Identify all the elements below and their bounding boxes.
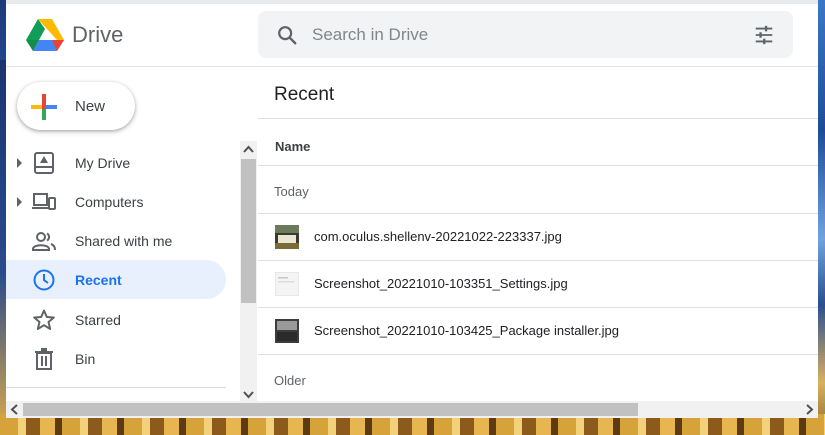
main-content: Recent Name Today com.oculus.shellenv-20… bbox=[258, 68, 818, 404]
scroll-right-arrow-icon[interactable] bbox=[801, 401, 818, 418]
file-name: com.oculus.shellenv-20221022-223337.jpg bbox=[314, 229, 562, 244]
search-options-icon[interactable] bbox=[753, 24, 775, 46]
my-drive-icon bbox=[34, 152, 54, 174]
drive-window: Drive Search in Drive New My Drive Compu… bbox=[6, 0, 818, 418]
divider bbox=[258, 165, 818, 166]
sidebar-item-label: Recent bbox=[75, 272, 122, 288]
sidebar-item-label: My Drive bbox=[75, 155, 131, 171]
file-name: Screenshot_20221010-103351_Settings.jpg bbox=[314, 276, 568, 291]
sidebar-item-shared-with-me[interactable]: Shared with me bbox=[6, 221, 226, 260]
sidebar-item-label: Shared with me bbox=[75, 233, 173, 249]
group-label-older: Older bbox=[274, 373, 306, 388]
trash-icon bbox=[35, 348, 53, 370]
search-icon[interactable] bbox=[276, 24, 298, 46]
plus-icon bbox=[31, 94, 57, 120]
search-bar[interactable] bbox=[258, 11, 793, 58]
image-thumbnail-icon bbox=[275, 225, 299, 249]
scrollbar-thumb[interactable] bbox=[23, 403, 638, 416]
sidebar-item-recent[interactable]: Recent bbox=[6, 260, 226, 299]
expand-arrow-icon[interactable] bbox=[17, 158, 22, 168]
page-title: Recent bbox=[274, 84, 335, 105]
sidebar-item-bin[interactable]: Bin bbox=[6, 339, 226, 378]
search-input[interactable] bbox=[312, 21, 732, 49]
star-icon bbox=[33, 309, 55, 330]
image-thumbnail-icon bbox=[275, 319, 299, 343]
new-button-label: New bbox=[75, 98, 106, 115]
sidebar-scrollbar[interactable] bbox=[240, 141, 257, 404]
desktop-wallpaper-right bbox=[818, 0, 825, 435]
file-row[interactable]: com.oculus.shellenv-20221022-223337.jpg bbox=[258, 214, 818, 260]
sidebar-item-label: Starred bbox=[75, 312, 121, 328]
drive-logo-icon[interactable] bbox=[26, 18, 64, 52]
file-name: Screenshot_20221010-103425_Package insta… bbox=[314, 323, 620, 338]
divider bbox=[258, 354, 818, 355]
scroll-left-arrow-icon[interactable] bbox=[6, 401, 23, 418]
file-row[interactable]: Screenshot_20221010-103425_Package insta… bbox=[258, 308, 818, 354]
column-header-name[interactable]: Name bbox=[275, 139, 310, 154]
divider bbox=[258, 118, 818, 119]
new-button[interactable]: New bbox=[17, 82, 135, 130]
scrollbar-thumb[interactable] bbox=[241, 159, 256, 303]
sidebar-item-computers[interactable]: Computers bbox=[6, 182, 226, 221]
expand-arrow-icon[interactable] bbox=[17, 197, 22, 207]
sidebar-divider bbox=[6, 387, 226, 388]
app-title: Drive bbox=[72, 22, 124, 47]
sidebar-item-starred[interactable]: Starred bbox=[6, 300, 226, 339]
sidebar-item-my-drive[interactable]: My Drive bbox=[6, 143, 226, 182]
scroll-up-arrow-icon[interactable] bbox=[240, 141, 257, 158]
horizontal-scrollbar[interactable] bbox=[6, 401, 818, 418]
shared-icon bbox=[32, 232, 56, 251]
clock-icon bbox=[33, 269, 55, 291]
image-thumbnail-icon bbox=[275, 272, 299, 296]
file-row[interactable]: Screenshot_20221010-103351_Settings.jpg bbox=[258, 261, 818, 307]
computers-icon bbox=[32, 193, 56, 210]
sidebar-item-label: Bin bbox=[75, 351, 96, 367]
sidebar-item-label: Computers bbox=[75, 194, 144, 210]
header: Drive bbox=[6, 4, 818, 67]
group-label-today: Today bbox=[274, 184, 309, 199]
